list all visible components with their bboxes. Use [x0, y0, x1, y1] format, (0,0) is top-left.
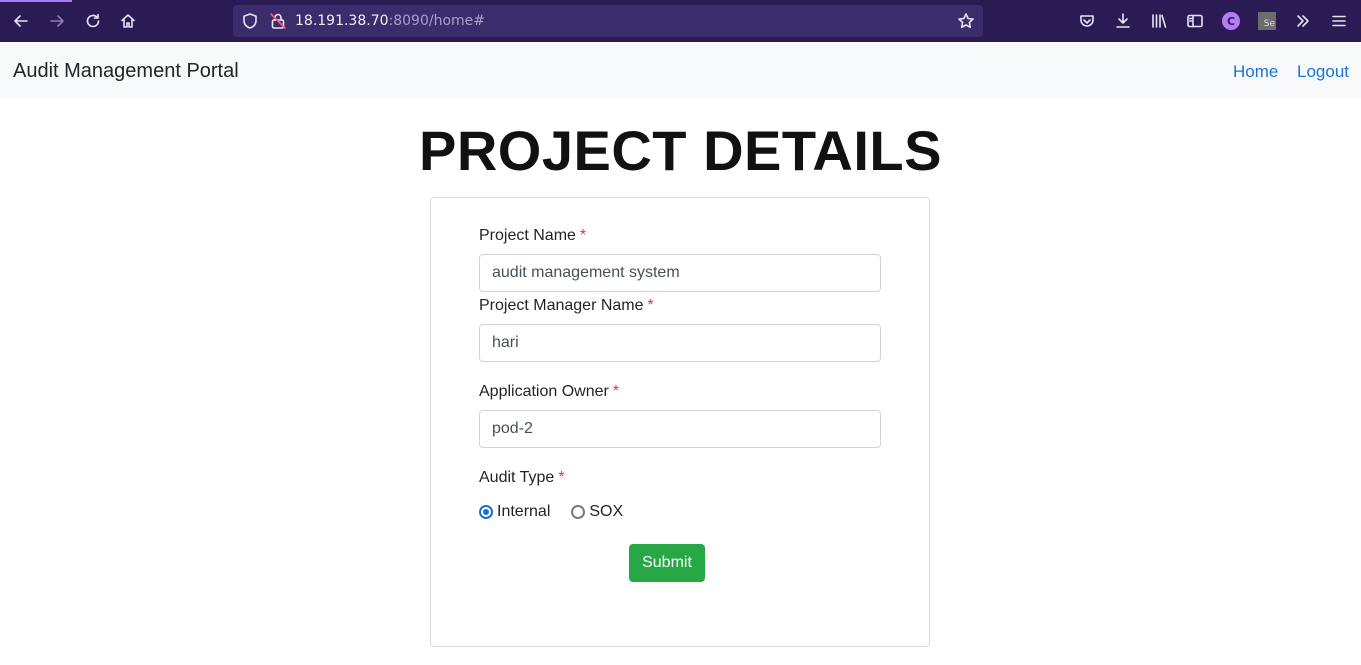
brand-title[interactable]: Audit Management Portal	[13, 60, 239, 83]
audit-type-sox-label[interactable]: SOX	[589, 503, 623, 521]
pocket-icon[interactable]	[1075, 9, 1099, 33]
extension-icon[interactable]: Se	[1258, 12, 1276, 30]
library-icon[interactable]	[1147, 9, 1171, 33]
application-owner-label: Application Owner *	[479, 383, 620, 400]
url-text[interactable]: 18.191.38.70:8090/home#	[295, 13, 485, 29]
browser-toolbar: 18.191.38.70:8090/home# C Se	[0, 0, 1361, 42]
application-owner-input[interactable]	[479, 410, 881, 448]
url-bar[interactable]: 18.191.38.70:8090/home#	[233, 5, 983, 37]
audit-type-internal-radio[interactable]	[479, 505, 493, 519]
home-icon[interactable]	[116, 9, 140, 33]
audit-type-label: Audit Type *	[479, 469, 565, 486]
nav-logout-link[interactable]: Logout	[1297, 62, 1349, 82]
nav-home-link[interactable]: Home	[1233, 62, 1278, 82]
project-manager-name-input[interactable]	[479, 324, 881, 362]
reload-icon[interactable]	[81, 9, 105, 33]
downloads-icon[interactable]	[1111, 9, 1135, 33]
audit-type-sox-radio[interactable]	[571, 505, 586, 519]
project-details-card: Project Name* Project Manager Name* Appl…	[430, 197, 930, 647]
project-manager-name-label: Project Manager Name *	[479, 297, 654, 314]
required-marker: *	[558, 469, 565, 486]
forward-icon[interactable]	[45, 9, 69, 33]
submit-button[interactable]: Submit	[629, 544, 705, 582]
app-navbar: Audit Management Portal Home Logout	[0, 42, 1361, 98]
overflow-chevron-icon[interactable]	[1291, 9, 1315, 33]
audit-type-internal-label[interactable]: Internal	[497, 503, 550, 521]
audit-type-radio-group: Internal SOX	[479, 500, 623, 524]
bookmark-star-icon[interactable]	[957, 12, 975, 30]
required-marker: *	[579, 227, 587, 244]
required-marker: *	[612, 383, 620, 400]
project-name-input[interactable]	[479, 254, 881, 292]
hamburger-menu-icon[interactable]	[1327, 9, 1351, 33]
shield-icon[interactable]	[241, 12, 259, 30]
profile-avatar[interactable]: C	[1222, 12, 1240, 30]
project-name-label: Project Name *	[479, 227, 587, 244]
insecure-lock-icon[interactable]	[269, 12, 287, 30]
required-marker: *	[647, 297, 654, 314]
page-title: PROJECT DETAILS	[419, 119, 942, 182]
sidebar-icon[interactable]	[1183, 9, 1207, 33]
active-tab-indicator	[0, 0, 72, 2]
back-icon[interactable]	[9, 9, 33, 33]
